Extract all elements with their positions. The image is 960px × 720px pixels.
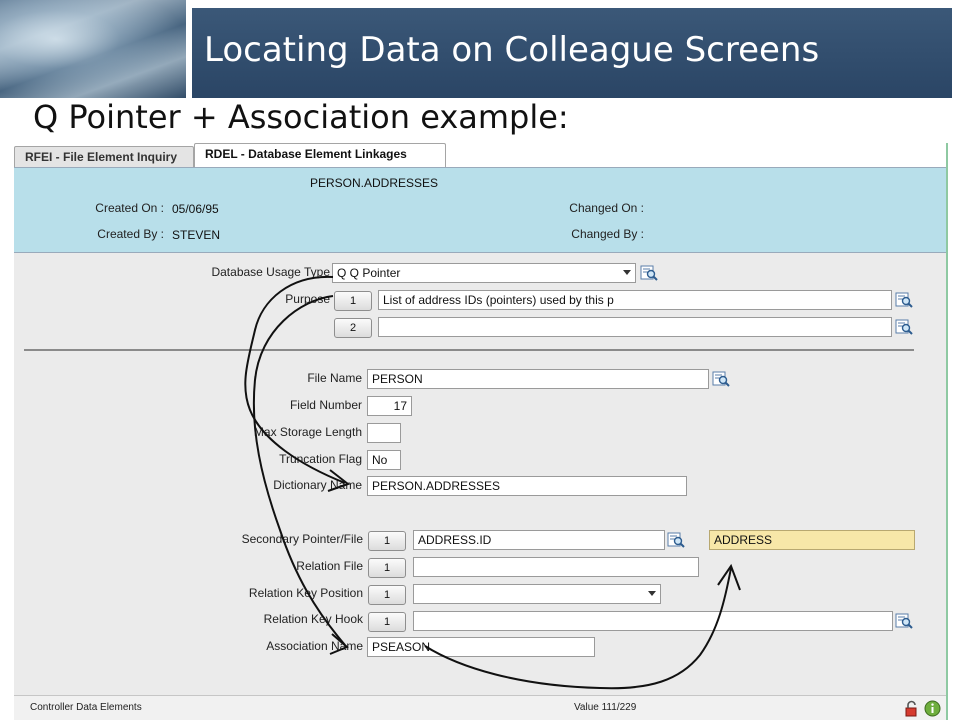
lookup-icon[interactable] bbox=[667, 531, 685, 549]
usage-type-value: Q Q Pointer bbox=[337, 266, 401, 280]
secondary-pointer-label: Secondary Pointer/File bbox=[241, 532, 363, 546]
slide-subtitle: Q Pointer + Association example: bbox=[33, 98, 569, 136]
tab-strip: RFEI - File Element Inquiry RDEL - Datab… bbox=[14, 143, 948, 167]
element-name: PERSON.ADDRESSES bbox=[310, 176, 439, 190]
tab-rdel[interactable]: RDEL - Database Element Linkages bbox=[194, 143, 446, 167]
secondary-pointer-number[interactable]: 1 bbox=[368, 531, 406, 551]
usage-type-label: Database Usage Type bbox=[211, 265, 330, 279]
title-bar: Locating Data on Colleague Screens bbox=[192, 8, 952, 98]
status-value-counter: Value 111/229 bbox=[574, 702, 637, 713]
field-number-field[interactable]: 17 bbox=[367, 396, 412, 416]
association-name-field[interactable]: PSEASON bbox=[367, 637, 595, 657]
lookup-icon[interactable] bbox=[640, 264, 658, 282]
relation-file-field[interactable] bbox=[413, 557, 699, 577]
field-number-label: Field Number bbox=[289, 398, 362, 412]
purpose-line-1-field[interactable]: List of address IDs (pointers) used by t… bbox=[378, 290, 892, 310]
relation-key-hook-field[interactable] bbox=[413, 611, 893, 631]
info-icon[interactable] bbox=[924, 700, 941, 717]
status-screen-name: Controller Data Elements bbox=[30, 702, 142, 713]
max-storage-label: Max Storage Length bbox=[253, 425, 362, 439]
relation-key-position-select[interactable] bbox=[413, 584, 661, 604]
relation-key-position-number[interactable]: 1 bbox=[368, 585, 406, 605]
usage-type-select[interactable]: Q Q Pointer bbox=[332, 263, 636, 283]
lookup-icon[interactable] bbox=[712, 370, 730, 388]
colleague-app-window: RFEI - File Element Inquiry RDEL - Datab… bbox=[14, 143, 948, 720]
dictionary-name-label: Dictionary Name bbox=[273, 478, 362, 492]
header-decorative-image bbox=[0, 0, 186, 98]
file-name-field[interactable]: PERSON bbox=[367, 369, 709, 389]
chevron-down-icon bbox=[623, 270, 631, 275]
form-panel: Database Usage Type Q Q Pointer Purpose … bbox=[14, 253, 948, 695]
file-name-label: File Name bbox=[307, 371, 362, 385]
purpose-line-2-field[interactable] bbox=[378, 317, 892, 337]
relation-file-number[interactable]: 1 bbox=[368, 558, 406, 578]
changed-by-label: Changed By : bbox=[571, 227, 644, 241]
lock-icon[interactable] bbox=[903, 700, 920, 717]
truncation-flag-field[interactable]: No bbox=[367, 450, 401, 470]
changed-on-label: Changed On : bbox=[569, 201, 644, 215]
purpose-line-2-number[interactable]: 2 bbox=[334, 318, 372, 338]
header-info-panel: PERSON.ADDRESSES Created On : 05/06/95 C… bbox=[14, 167, 948, 253]
secondary-file-description: ADDRESS bbox=[709, 530, 915, 550]
relation-file-label: Relation File bbox=[296, 559, 363, 573]
created-by-value: STEVEN bbox=[172, 228, 221, 242]
dictionary-name-field[interactable]: PERSON.ADDRESSES bbox=[367, 476, 687, 496]
created-by-label: Created By : bbox=[97, 227, 164, 241]
section-divider bbox=[24, 349, 914, 351]
created-on-label: Created On : bbox=[95, 201, 164, 215]
purpose-line-1-number[interactable]: 1 bbox=[334, 291, 372, 311]
association-name-label: Association Name bbox=[266, 639, 363, 653]
truncation-flag-label: Truncation Flag bbox=[279, 452, 362, 466]
purpose-label: Purpose bbox=[285, 292, 330, 306]
relation-key-hook-number[interactable]: 1 bbox=[368, 612, 406, 632]
slide-header: Locating Data on Colleague Screens bbox=[0, 0, 960, 98]
lookup-icon[interactable] bbox=[895, 318, 913, 336]
slide-title: Locating Data on Colleague Screens bbox=[204, 30, 820, 70]
lookup-icon[interactable] bbox=[895, 612, 913, 630]
tab-rfei[interactable]: RFEI - File Element Inquiry bbox=[14, 146, 194, 167]
window-edge bbox=[946, 143, 948, 720]
relation-key-position-label: Relation Key Position bbox=[248, 586, 363, 600]
chevron-down-icon bbox=[648, 591, 656, 596]
secondary-pointer-field[interactable]: ADDRESS.ID bbox=[413, 530, 665, 550]
status-bar: Controller Data Elements Value 111/229 bbox=[14, 695, 948, 720]
lookup-icon[interactable] bbox=[895, 291, 913, 309]
max-storage-field[interactable] bbox=[367, 423, 401, 443]
created-on-value: 05/06/95 bbox=[172, 202, 219, 216]
relation-key-hook-label: Relation Key Hook bbox=[263, 612, 363, 626]
